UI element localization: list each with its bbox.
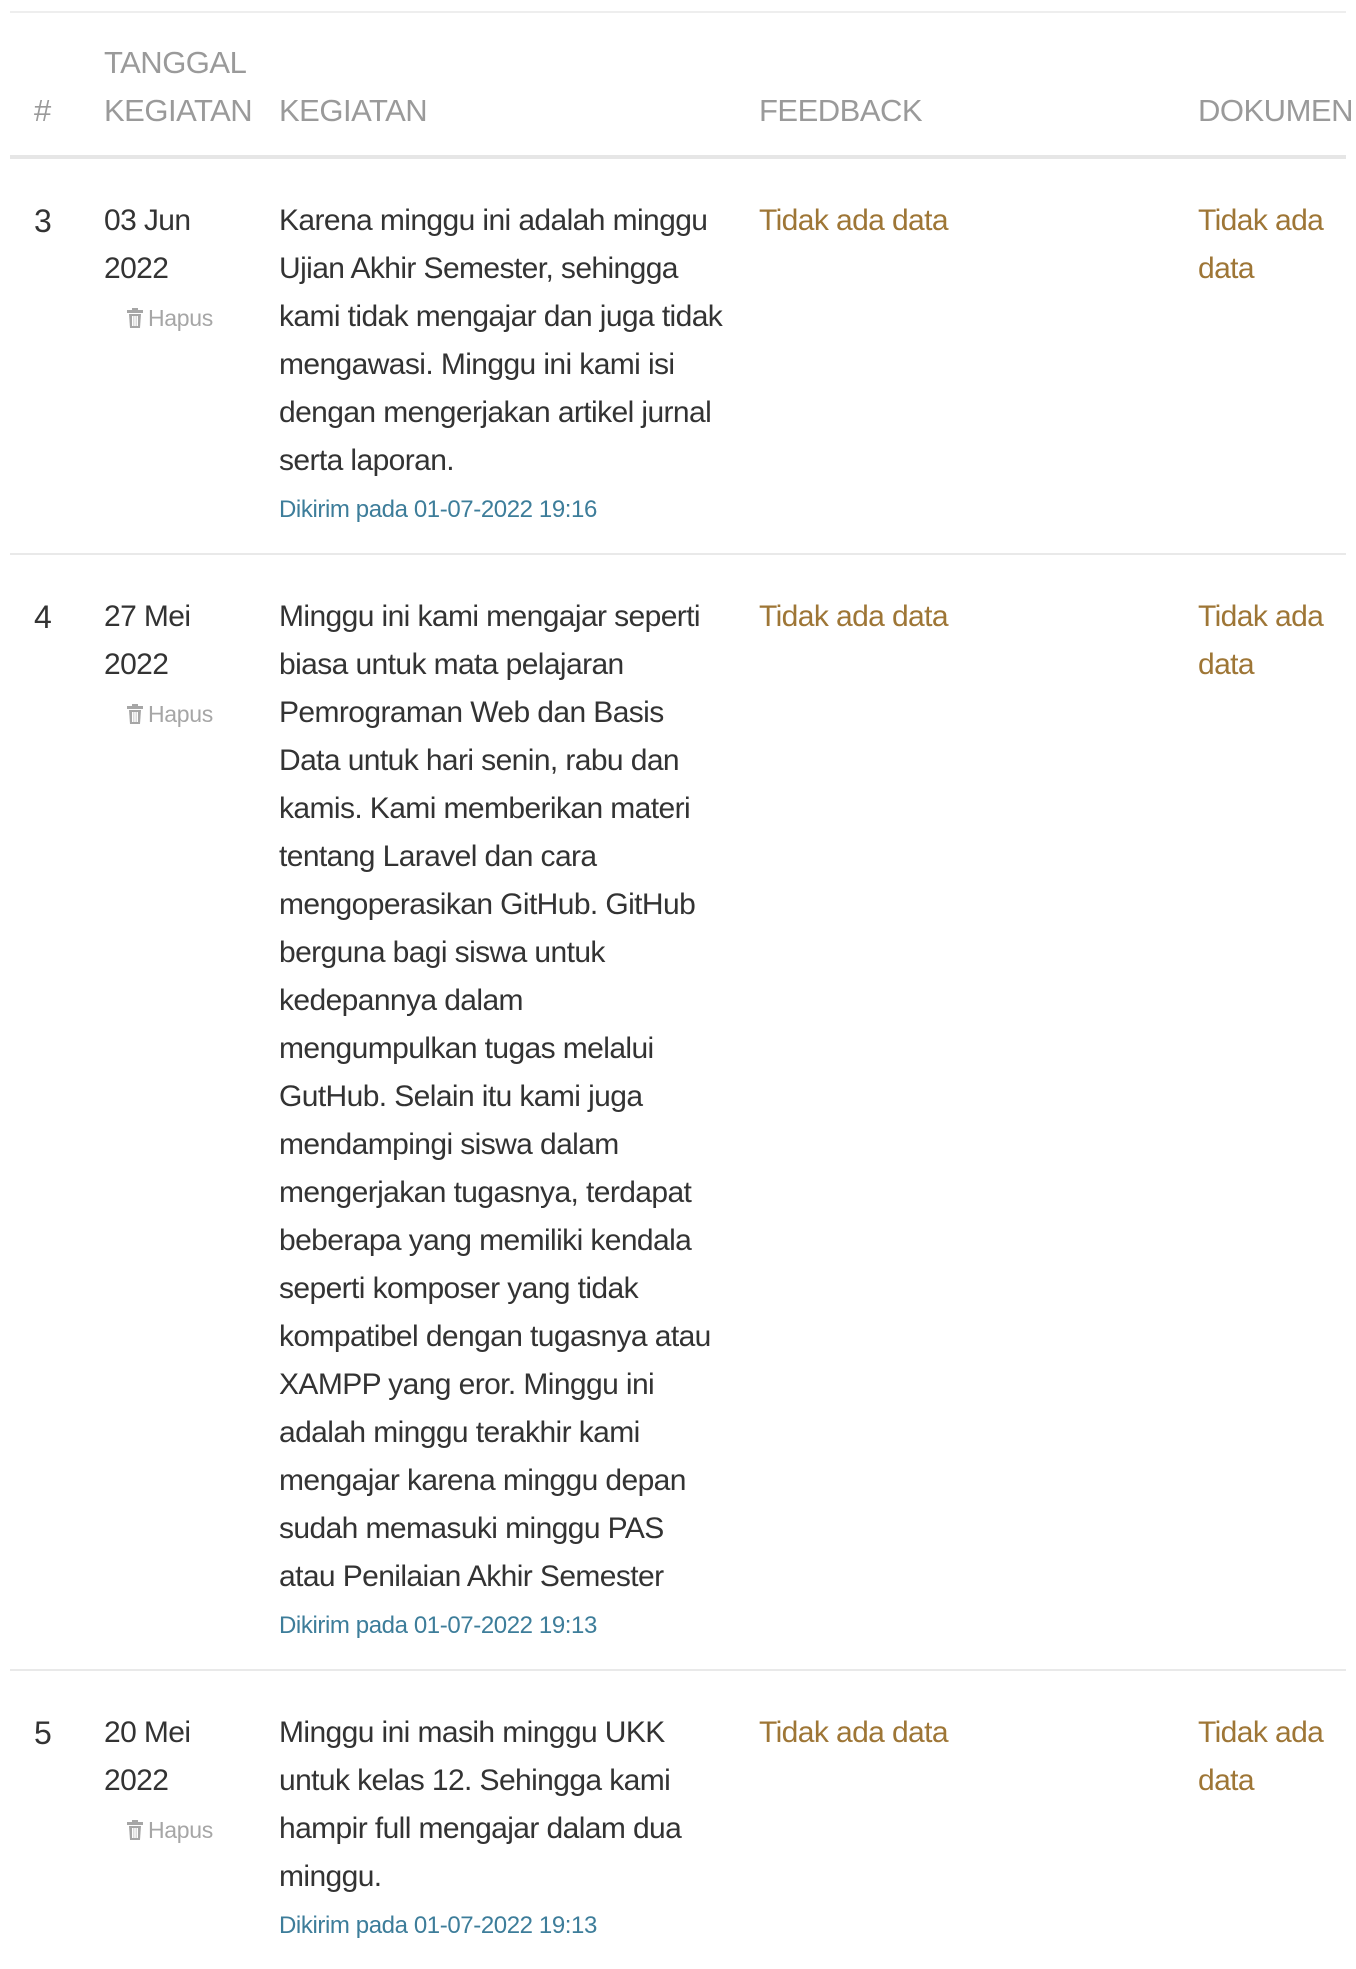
trash-icon bbox=[127, 308, 143, 328]
row-sent-timestamp: Dikirim pada 01-07-2022 19:13 bbox=[279, 1912, 597, 1939]
row-activity: Minggu ini masih minggu UKK untuk kelas … bbox=[279, 1716, 682, 1893]
delete-button[interactable]: Hapus bbox=[126, 698, 213, 730]
column-header-document: DOKUMEN bbox=[1198, 13, 1353, 159]
row-document: Tidak ada data bbox=[1198, 204, 1324, 285]
table-row: 3 03 Jun 2022 Hapus Karena minggu ini ad… bbox=[10, 157, 1346, 555]
row-document-cell: Tidak ada data bbox=[1198, 157, 1346, 555]
row-number: 3 bbox=[10, 157, 104, 555]
trash-icon bbox=[127, 704, 143, 724]
row-date-cell: 03 Jun 2022 Hapus bbox=[104, 157, 279, 555]
row-activity: Karena minggu ini adalah minggu Ujian Ak… bbox=[279, 204, 723, 477]
table-header-row: # TANGGAL KEGIATAN KEGIATAN FEEDBACK DOK… bbox=[10, 13, 1353, 159]
row-date: 27 Mei 2022 bbox=[104, 600, 191, 681]
row-activity-cell: Minggu ini kami mengajar seperti biasa u… bbox=[279, 554, 759, 1671]
row-feedback-cell: Tidak ada data bbox=[759, 1670, 1198, 1969]
trash-icon bbox=[127, 1820, 143, 1840]
table-header: # TANGGAL KEGIATAN KEGIATAN FEEDBACK DOK… bbox=[10, 13, 1353, 159]
table-body: 3 03 Jun 2022 Hapus Karena minggu ini ad… bbox=[10, 157, 1346, 1969]
delete-label: Hapus bbox=[148, 305, 213, 331]
column-header-date-label: TANGGAL KEGIATAN bbox=[104, 45, 253, 128]
activity-log-table: # TANGGAL KEGIATAN KEGIATAN FEEDBACK DOK… bbox=[10, 13, 1353, 1969]
row-sent-timestamp: Dikirim pada 01-07-2022 19:16 bbox=[279, 496, 597, 523]
table-row: 4 27 Mei 2022 Hapus Minggu ini kami meng… bbox=[10, 554, 1346, 1671]
row-feedback: Tidak ada data bbox=[759, 204, 949, 237]
table-row: 5 20 Mei 2022 Hapus Minggu ini masih min… bbox=[10, 1670, 1346, 1969]
row-feedback: Tidak ada data bbox=[759, 600, 949, 633]
row-date-cell: 27 Mei 2022 Hapus bbox=[104, 554, 279, 1671]
row-date: 20 Mei 2022 bbox=[104, 1716, 191, 1797]
row-document-cell: Tidak ada data bbox=[1198, 1670, 1346, 1969]
row-activity-cell: Karena minggu ini adalah minggu Ujian Ak… bbox=[279, 157, 759, 555]
row-date: 03 Jun 2022 bbox=[104, 204, 191, 285]
row-document: Tidak ada data bbox=[1198, 600, 1324, 681]
row-feedback: Tidak ada data bbox=[759, 1716, 949, 1749]
column-header-activity: KEGIATAN bbox=[279, 13, 759, 159]
delete-button[interactable]: Hapus bbox=[126, 302, 213, 334]
row-feedback-cell: Tidak ada data bbox=[759, 554, 1198, 1671]
row-sent-timestamp: Dikirim pada 01-07-2022 19:13 bbox=[279, 1612, 597, 1639]
row-activity: Minggu ini kami mengajar seperti biasa u… bbox=[279, 600, 711, 1593]
row-document-cell: Tidak ada data bbox=[1198, 554, 1346, 1671]
column-header-number: # bbox=[10, 13, 104, 159]
row-date-cell: 20 Mei 2022 Hapus bbox=[104, 1670, 279, 1969]
row-document: Tidak ada data bbox=[1198, 1716, 1324, 1797]
row-number: 4 bbox=[10, 554, 104, 1671]
column-header-date: TANGGAL KEGIATAN bbox=[104, 13, 279, 159]
delete-label: Hapus bbox=[148, 701, 213, 727]
row-number: 5 bbox=[34, 1715, 52, 1751]
column-header-feedback: FEEDBACK bbox=[759, 13, 1198, 159]
row-activity-cell: Minggu ini masih minggu UKK untuk kelas … bbox=[279, 1670, 759, 1969]
delete-label: Hapus bbox=[148, 1817, 213, 1843]
delete-button[interactable]: Hapus bbox=[126, 1814, 213, 1846]
row-feedback-cell: Tidak ada data bbox=[759, 157, 1198, 555]
